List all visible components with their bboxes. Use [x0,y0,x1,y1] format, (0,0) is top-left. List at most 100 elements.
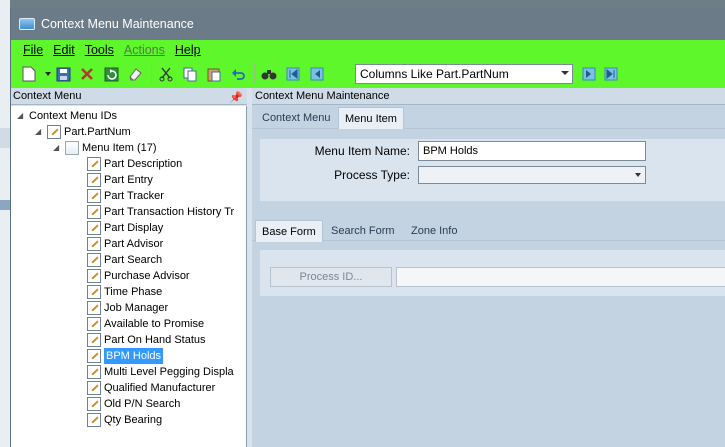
tree-item[interactable]: Job Manager [87,300,168,316]
collapse-icon[interactable]: ◢ [53,140,62,156]
tree-item[interactable]: Multi Level Pegging Displa [87,364,234,380]
tab-zone-info[interactable]: Zone Info [405,220,463,242]
clear-icon[interactable] [127,66,143,82]
tree-item[interactable]: Qualified Manufacturer [87,380,215,396]
tree-item[interactable]: Part Advisor [87,236,163,252]
menu-item-name-label: Menu Item Name: [314,144,410,158]
toolbar-separator [254,64,255,84]
tree-item-label: Qty Bearing [104,414,163,426]
refresh-icon[interactable] [103,66,119,82]
collapse-icon[interactable]: ◢ [17,108,26,124]
tree-item-label: BPM Holds [104,348,164,364]
menu-bar: File Edit Tools Actions Help [11,40,725,60]
tree-item[interactable]: Purchase Advisor [87,268,190,284]
tree-item[interactable]: Part Description [87,156,182,172]
menu-help-label: Help [174,43,201,57]
tab-menu-item[interactable]: Menu Item [338,107,404,129]
tab-search-form[interactable]: Search Form [325,220,401,242]
process-id-field[interactable] [396,267,725,287]
tree-root-label: Context Menu IDs [29,110,118,122]
process-type-select[interactable] [418,166,646,184]
menu-item-icon [87,397,101,411]
menu-item-icon [87,205,101,219]
menu-edit-label: Edit [53,43,75,57]
tree-item[interactable]: Time Phase [87,284,162,300]
menu-actions[interactable]: Actions [124,43,165,57]
tree-item-label: Part Transaction History Tr [104,206,235,218]
pin-icon[interactable]: 📌 [229,90,243,106]
binoculars-icon[interactable] [261,66,277,82]
maintenance-panel-title: Context Menu Maintenance [255,90,390,102]
menu-item-icon [87,253,101,267]
menu-file[interactable]: File [23,43,43,57]
tab-context-menu[interactable]: Context Menu [256,107,336,129]
toolbar: Columns Like Part.PartNum [11,60,725,88]
paste-icon[interactable] [206,66,222,82]
last-record-icon[interactable] [603,66,619,82]
tree-item-selected[interactable]: BPM Holds [87,348,164,364]
chevron-down-icon[interactable] [635,173,641,177]
next-record-icon[interactable] [581,66,597,82]
menu-item-icon [87,413,101,427]
tree-item[interactable]: Available to Promise [87,316,204,332]
previous-record-icon[interactable] [309,66,325,82]
sub-tabs: Base Form Search Form Zone Info [252,218,725,242]
tree-item-label: Part Search [104,254,163,266]
menu-item-icon [87,157,101,171]
menu-tools-label: Tools [84,43,114,57]
tree-item[interactable]: Part On Hand Status [87,332,206,348]
new-icon[interactable] [21,66,37,82]
tree-item[interactable]: Qty Bearing [87,412,162,428]
tree-item-label: Part Description [104,158,183,170]
tree-item-label: Job Manager [104,302,169,314]
menu-item-icon [87,285,101,299]
menu-item-icon [87,237,101,251]
context-node-icon [47,125,61,139]
tree-item[interactable]: Part Display [87,220,163,236]
menu-item-icon [87,221,101,235]
tree-item-label: Part Display [104,222,164,234]
dropdown-arrow-icon[interactable] [45,66,51,82]
tree-context-label: Part.PartNum [64,126,131,138]
collapse-icon[interactable]: ◢ [35,124,44,140]
tree-menu-item-group-label: Menu Item (17) [82,142,157,154]
process-type-label: Process Type: [334,168,410,182]
menu-tools[interactable]: Tools [85,43,114,57]
tree-item[interactable]: Part Search [87,252,162,268]
tree-item-label: Old P/N Search [104,398,181,410]
app-window: Context Menu Maintenance File Edit Tools… [10,8,725,447]
title-bar: Context Menu Maintenance [11,8,725,40]
menu-edit[interactable]: Edit [53,43,75,57]
menu-item-icon [87,381,101,395]
tree-item[interactable]: Part Tracker [87,188,164,204]
window-title: Context Menu Maintenance [41,17,194,31]
chevron-down-icon[interactable] [561,71,569,75]
delete-icon[interactable] [79,66,95,82]
process-id-button[interactable]: Process ID... [270,267,392,287]
tree-item-label: Part Tracker [104,190,164,202]
menu-item-name-field[interactable]: BPM Holds [418,141,646,161]
tree-item-label: Part On Hand Status [104,334,206,346]
cut-icon[interactable] [158,66,174,82]
tree-menu-item-group[interactable]: ◢ Menu Item (17) [53,140,157,156]
context-menu-panel-header: Context Menu 📌 [11,88,247,105]
first-record-icon[interactable] [285,66,301,82]
tree-root[interactable]: ◢ Context Menu IDs [17,108,117,124]
search-combo[interactable]: Columns Like Part.PartNum [355,64,573,84]
tree-item[interactable]: Part Transaction History Tr [87,204,234,220]
menu-item-icon [87,349,101,363]
undo-icon[interactable] [230,66,246,82]
menu-item-icon [87,301,101,315]
menu-help[interactable]: Help [175,43,201,57]
tree-item-label: Part Advisor [104,238,164,250]
context-menu-tree: ◢ Context Menu IDs ◢ Part.PartNum ◢ Menu… [11,106,247,447]
tab-base-form[interactable]: Base Form [255,220,323,242]
copy-icon[interactable] [182,66,198,82]
tree-item[interactable]: Old P/N Search [87,396,180,412]
tree-context-node[interactable]: ◢ Part.PartNum [35,124,131,140]
background-app-block [0,200,10,210]
tree-item-label: Available to Promise [104,318,205,330]
tree-item[interactable]: Part Entry [87,172,153,188]
save-icon[interactable] [55,66,71,82]
menu-item-icon [87,365,101,379]
